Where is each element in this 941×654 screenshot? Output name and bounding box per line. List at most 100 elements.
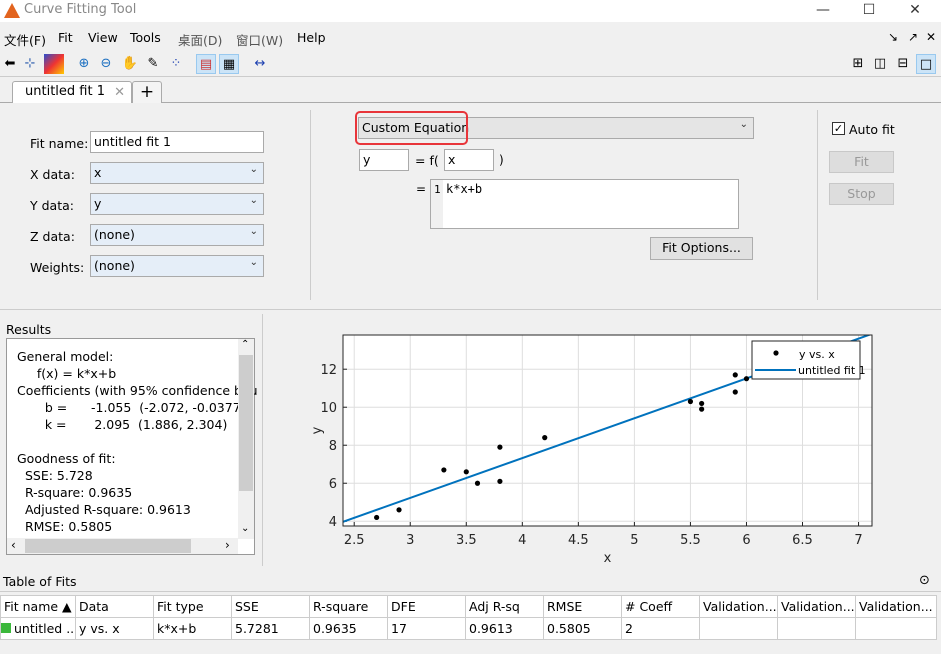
menu-bar: 文件(F) Fit View Tools 桌面(D) 窗口(W) Help ↘ … <box>0 26 941 48</box>
scrollbar-thumb[interactable] <box>25 539 191 553</box>
line-number: 1 <box>434 183 441 196</box>
fit-options-button[interactable]: Fit Options... <box>650 237 753 260</box>
scrollbar-thumb[interactable] <box>239 355 253 491</box>
z-data-select[interactable]: (none) ⌄ <box>90 224 264 246</box>
results-title: Results <box>6 322 52 337</box>
table-cell: untitled ... <box>0 617 76 640</box>
table-cell: k*x+b <box>153 617 232 640</box>
data-cursor-icon[interactable]: ⊹ <box>20 54 40 74</box>
undock-icon[interactable]: ↘ <box>888 30 898 44</box>
horizontal-scrollbar[interactable]: ‹ › <box>7 538 238 554</box>
axes-limits-icon[interactable]: ↔ <box>250 54 270 74</box>
scroll-right-icon[interactable]: › <box>225 538 230 552</box>
menu-window[interactable]: 窗口(W) <box>236 30 283 49</box>
independent-variable-input[interactable]: x <box>444 149 494 171</box>
menu-help[interactable]: Help <box>297 30 326 45</box>
cell-text: y vs. x <box>79 621 120 636</box>
data-point <box>474 480 481 486</box>
results-line: b = -1.055 (-2.072, -0.03775) <box>17 400 254 415</box>
column-header[interactable]: Adj R-sq <box>465 595 544 618</box>
fit-button[interactable]: Fit <box>829 151 894 173</box>
fit-plot[interactable]: 2.5 3 3.5 4 4.5 5 5.5 6 6.5 7 4 6 8 10 12 x y y vs. x unti… <box>264 314 941 570</box>
x-tick-label: 4 <box>518 533 526 548</box>
cell-text: 17 <box>391 621 407 636</box>
layout-grid-icon[interactable]: ⊞ <box>848 54 868 74</box>
close-button[interactable]: ✕ <box>892 0 938 22</box>
x-data-select[interactable]: x ⌄ <box>90 162 264 184</box>
y-data-select[interactable]: y ⌄ <box>90 193 264 215</box>
menu-file[interactable]: 文件(F) <box>4 30 46 49</box>
cell-text: 2 <box>625 621 633 636</box>
data-point <box>441 467 447 473</box>
weights-select[interactable]: (none) ⌄ <box>90 255 264 277</box>
column-header[interactable]: # Coeff <box>621 595 700 618</box>
column-header[interactable]: RMSE <box>543 595 622 618</box>
column-header[interactable]: DFE <box>387 595 466 618</box>
data-point <box>396 507 402 513</box>
pan-hand-icon[interactable]: ✋ <box>120 54 140 74</box>
x-tick-label: 7 <box>854 533 862 548</box>
z-data-value: (none) <box>94 227 135 242</box>
table-cell: 17 <box>387 617 466 640</box>
legend-toggle-icon[interactable]: ▤ <box>196 54 216 74</box>
column-header[interactable]: SSE <box>231 595 310 618</box>
equation-text: k*x+b <box>446 182 483 196</box>
exclude-outliers-icon[interactable]: ⁘ <box>166 54 186 74</box>
menu-fit[interactable]: Fit <box>58 30 73 45</box>
data-tip-icon[interactable]: ✎ <box>143 54 163 74</box>
tab-close-icon[interactable]: ✕ <box>114 85 125 100</box>
data-point <box>732 389 738 395</box>
x-tick-label: 4.5 <box>568 533 589 548</box>
data-point <box>497 444 503 450</box>
cell-text: 0.9613 <box>469 621 513 636</box>
column-header[interactable]: Fit type <box>153 595 232 618</box>
legend-label: untitled fit 1 <box>798 364 866 377</box>
menu-view[interactable]: View <box>88 30 118 45</box>
column-header[interactable]: Validation... <box>855 595 937 618</box>
menu-desktop[interactable]: 桌面(D) <box>178 30 222 49</box>
scroll-up-icon[interactable]: ⌃ <box>241 339 249 350</box>
column-header[interactable]: Validation... <box>699 595 778 618</box>
z-data-label: Z data: <box>30 229 75 244</box>
x-tick-label: 2.5 <box>344 533 365 548</box>
layout-columns-icon[interactable]: ◫ <box>870 54 890 74</box>
colormap-icon[interactable] <box>44 54 64 74</box>
close-figure-icon[interactable]: ✕ <box>926 30 936 44</box>
equation-editor[interactable]: 1 k*x+b <box>430 179 739 229</box>
legend-marker-points <box>773 350 779 356</box>
tab-untitled-fit-1[interactable]: untitled fit 1 ✕ <box>12 81 132 103</box>
dock-icon[interactable]: ↗ <box>908 30 918 44</box>
data-point <box>699 406 705 412</box>
minimize-button[interactable]: — <box>800 0 846 22</box>
column-header[interactable]: Fit name ▲ <box>0 595 76 618</box>
layout-single-icon[interactable]: □ <box>916 54 936 74</box>
table-row[interactable]: untitled ... y vs. x k*x+b 5.7281 0.9635 17 0.… <box>0 617 937 640</box>
dependent-variable-input[interactable]: y <box>359 149 409 171</box>
add-tab-button[interactable]: + <box>132 81 162 103</box>
zoom-in-icon[interactable]: ⊕ <box>74 54 94 74</box>
fit-name-input[interactable]: untitled fit 1 <box>90 131 264 153</box>
column-header[interactable]: R-square <box>309 595 388 618</box>
results-line: SSE: 5.728 <box>17 468 93 483</box>
data-point <box>743 376 750 382</box>
vertical-scrollbar[interactable]: ⌃ ⌄ <box>238 339 254 539</box>
title-bar: Curve Fitting Tool — ☐ ✕ <box>0 0 941 22</box>
table-of-fits-title: Table of Fits <box>3 574 77 589</box>
maximize-button[interactable]: ☐ <box>846 0 892 22</box>
column-header[interactable]: Data <box>75 595 154 618</box>
table-of-fits: Fit name ▲ Data Fit type SSE R-square DFE Adj … <box>0 595 937 640</box>
column-header[interactable]: Validation... <box>777 595 856 618</box>
table-cell <box>855 617 937 640</box>
stop-button[interactable]: Stop <box>829 183 894 205</box>
scroll-down-icon[interactable]: ⌄ <box>241 523 249 534</box>
grid-toggle-icon[interactable]: ▦ <box>219 54 239 74</box>
collapse-icon[interactable]: ⊙ <box>919 573 930 588</box>
results-line: Goodness of fit: <box>17 451 116 466</box>
auto-fit-checkbox[interactable]: ✓ <box>832 122 845 135</box>
back-icon[interactable]: ⬅ <box>0 54 20 74</box>
layout-rows-icon[interactable]: ⊟ <box>893 54 913 74</box>
scroll-left-icon[interactable]: ‹ <box>11 538 16 552</box>
zoom-out-icon[interactable]: ⊖ <box>96 54 116 74</box>
results-line: Adjusted R-square: 0.9613 <box>17 502 191 517</box>
menu-tools[interactable]: Tools <box>130 30 161 45</box>
